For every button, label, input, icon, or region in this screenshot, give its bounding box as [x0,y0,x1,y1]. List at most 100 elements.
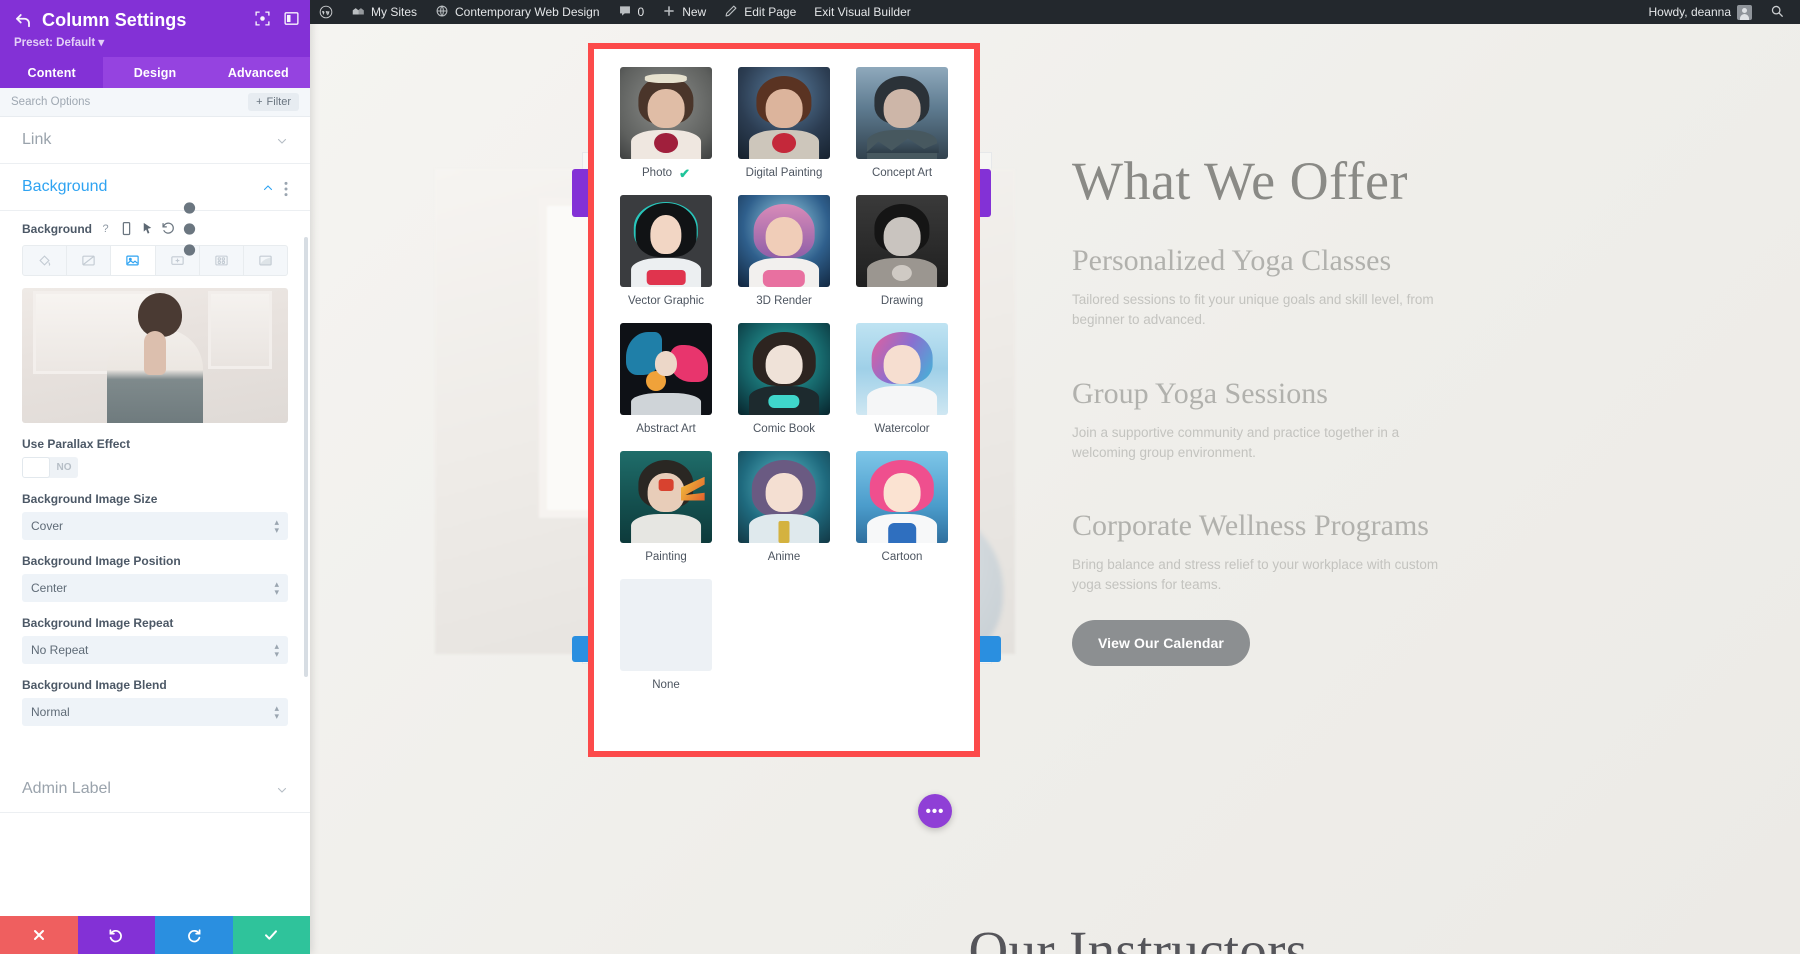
style-label: Drawing [880,295,924,307]
admin-bar-item-comments[interactable]: 0 [609,0,654,24]
offer-body-3: Bring balance and stress relief to your … [1072,557,1439,593]
settings-scrollbar[interactable] [304,237,308,677]
accordion-admin-label[interactable]: Admin Label [0,766,310,813]
accordion-link[interactable]: Link [0,117,310,164]
parallax-toggle[interactable]: NO [22,457,78,478]
style-label: 3D Render [756,295,812,307]
settings-header: Column Settings Preset: Default ▾ [0,0,310,57]
chevron-up-icon [262,181,274,193]
pencil-icon [724,4,738,21]
page-canvas: ‹ What We Offer Personalized Yoga Classe… [310,24,1800,954]
offer-body-1: Tailored sessions to fit your unique goa… [1072,292,1434,328]
howdy-label: Howdy, deanna [1648,5,1732,19]
style-option-drawing[interactable]: Drawing [850,195,954,309]
save-button[interactable] [232,916,310,954]
bg-image-blend-select[interactable]: Normal ▴ ▾ [22,698,288,726]
accordion-background-label: Background [22,178,108,195]
style-option-anime[interactable]: Anime [732,451,836,565]
hover-pointer-icon[interactable] [140,221,155,236]
more-dots-icon[interactable]: ••• [918,794,952,828]
style-option-photo[interactable]: Photo ✔ [614,67,718,181]
plus-icon: + [256,96,263,108]
background-pattern-icon[interactable] [200,246,244,275]
fab-glyph: ••• [925,802,945,820]
style-option-none[interactable]: None [614,579,718,693]
style-label: Painting [645,551,687,563]
background-option-label: Background [22,221,93,236]
style-thumbnail [620,195,712,287]
reset-icon[interactable] [161,221,176,236]
search-input[interactable]: Search Options [11,96,90,108]
back-arrow-icon[interactable] [14,12,32,30]
stepper-icon: ▴ ▾ [274,703,279,721]
admin-bar-item-site[interactable]: Contemporary Web Design [426,0,609,24]
style-option-digital-painting[interactable]: Digital Painting [732,67,836,181]
chevron-down-icon: ▾ [98,37,105,49]
style-option-abstract-art[interactable]: Abstract Art [614,323,718,437]
bg-image-size-select[interactable]: Cover ▴ ▾ [22,512,288,540]
more-options-icon[interactable] [284,181,288,197]
background-image-icon[interactable] [111,246,156,275]
settings-footer [0,916,310,954]
bg-image-position-select[interactable]: Center ▴ ▾ [22,574,288,602]
redo-button[interactable] [155,916,233,954]
style-option-3d-render[interactable]: 3D Render [732,195,836,309]
wordpress-logo-icon[interactable] [310,0,342,24]
admin-bar-label: Exit Visual Builder [814,5,911,19]
settings-body: Link Background Background ? Use Paralla… [0,117,310,916]
admin-bar-item-my-sites[interactable]: My Sites [342,0,426,24]
view-our-calendar-button[interactable]: View Our Calendar [1072,619,1250,666]
style-option-vector-graphic[interactable]: Vector Graphic [614,195,718,309]
style-option-watercolor[interactable]: Watercolor [850,323,954,437]
style-label: None [652,679,680,691]
offer-title-1: Personalized Yoga Classes [1072,244,1392,277]
background-video-icon[interactable] [156,246,200,275]
accordion-background[interactable]: Background [0,164,310,211]
admin-bar-item-search[interactable] [1761,0,1800,24]
more-options-icon[interactable] [182,201,197,256]
filter-button[interactable]: + Filter [248,93,299,111]
style-option-comic-book[interactable]: Comic Book [732,323,836,437]
background-section: Background ? Use Parallax Effect NO Back… [0,201,310,752]
section-heading: What We Offer [1072,151,1409,211]
tab-content[interactable]: Content [0,57,104,88]
focus-target-icon[interactable] [254,10,271,27]
style-label: Photo [642,167,673,179]
accordion-link-label: Link [22,131,52,148]
admin-bar-item-howdy[interactable]: Howdy, deanna [1640,0,1762,24]
style-label: Comic Book [753,423,815,435]
tab-design[interactable]: Design [103,57,206,88]
search-options-bar: Search Options + Filter [0,88,310,117]
settings-tabs: Content Design Advanced [0,57,310,88]
background-mask-icon[interactable] [244,246,287,275]
style-option-painting[interactable]: Painting [614,451,718,565]
tab-advanced[interactable]: Advanced [207,57,310,88]
style-thumbnail [738,323,830,415]
page-title: Column Settings [42,10,187,30]
bg-image-size-label: Background Image Size [22,492,158,506]
stepper-icon: ▴ ▾ [274,641,279,659]
style-option-cartoon[interactable]: Cartoon [850,451,954,565]
style-thumbnail [738,195,830,287]
cancel-button[interactable] [0,916,78,954]
help-icon[interactable]: ? [98,221,113,236]
background-color-icon[interactable] [23,246,68,275]
background-image-preview[interactable] [22,288,288,423]
layout-columns-icon[interactable] [283,10,300,27]
parallax-label: Use Parallax Effect [22,437,131,451]
admin-bar-item-new[interactable]: New [653,0,715,24]
style-thumbnail [856,451,948,543]
comment-count: 0 [637,5,645,19]
background-gradient-icon[interactable] [67,246,112,275]
undo-button[interactable] [77,916,155,954]
bg-image-repeat-select[interactable]: No Repeat ▴ ▾ [22,636,288,664]
mobile-icon[interactable] [119,221,134,236]
preset-selector[interactable]: Preset: Default ▾ [14,35,296,49]
style-label: Vector Graphic [627,295,705,307]
admin-bar-item-exit-visual-builder[interactable]: Exit Visual Builder [805,0,920,24]
style-label: Cartoon [881,551,923,563]
bg-image-repeat-label: Background Image Repeat [22,616,174,630]
style-thumbnail [620,67,712,159]
style-option-concept-art[interactable]: Concept Art [850,67,954,181]
admin-bar-item-edit-page[interactable]: Edit Page [715,0,805,24]
